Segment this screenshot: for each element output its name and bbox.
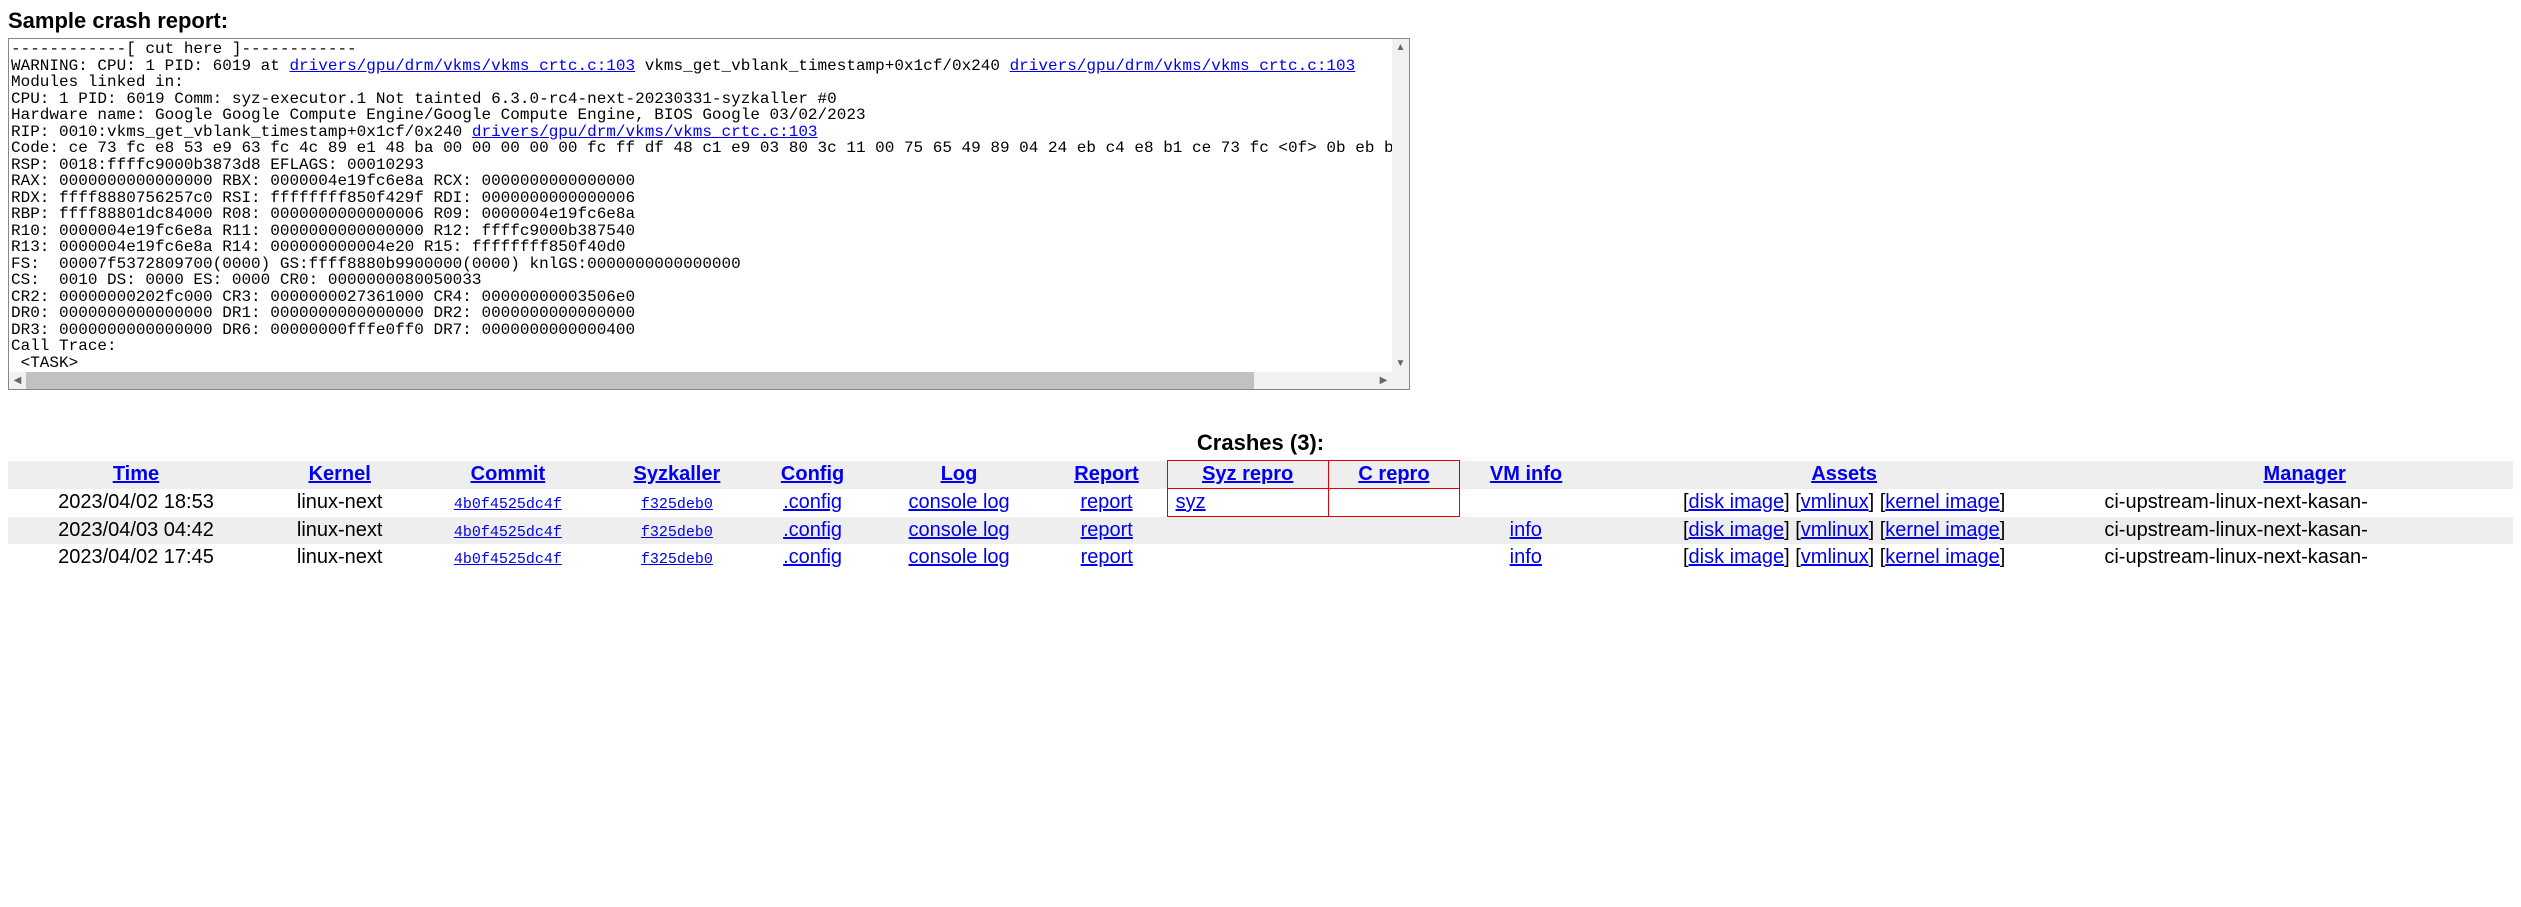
cell-time: 2023/04/02 17:45	[8, 544, 264, 571]
cell-config: .config	[753, 517, 871, 544]
col-time: Time	[8, 461, 264, 489]
vm-info-link[interactable]: info	[1510, 519, 1542, 541]
cell-assets: [disk image] [vmlinux] [kernel image]	[1592, 489, 2096, 517]
col-manager: Manager	[2096, 461, 2513, 489]
cell-syzkaller: f325deb0	[600, 544, 753, 571]
cell-c-repro	[1328, 544, 1459, 571]
asset-kernel-image-link[interactable]: kernel image	[1885, 546, 2000, 568]
cell-vm-info: info	[1460, 544, 1592, 571]
col-vm-info: VM info	[1460, 461, 1592, 489]
cell-syz-repro: syz	[1167, 489, 1328, 517]
log-link[interactable]: console log	[908, 519, 1009, 541]
asset-disk-image-link[interactable]: disk image	[1689, 491, 1785, 513]
report-link[interactable]: report	[1081, 519, 1133, 541]
asset-kernel-image-link[interactable]: kernel image	[1885, 519, 2000, 541]
crashes-header-row: Time Kernel Commit Syzkaller Config Log …	[8, 461, 2513, 489]
cell-syzkaller: f325deb0	[600, 489, 753, 517]
report-link[interactable]: report	[1081, 546, 1133, 568]
vscroll-track[interactable]	[1392, 56, 1409, 355]
crash-report-text: ------------[ cut here ]------------ WAR…	[9, 39, 1410, 373]
cell-commit: 4b0f4525dc4f	[415, 489, 600, 517]
cell-syzkaller: f325deb0	[600, 517, 753, 544]
commit-link[interactable]: 4b0f4525dc4f	[454, 551, 562, 568]
cell-vm-info	[1460, 489, 1592, 517]
col-kernel: Kernel	[264, 461, 415, 489]
log-link[interactable]: console log	[908, 546, 1009, 568]
cell-c-repro	[1328, 489, 1459, 517]
scroll-down-arrow-icon[interactable]: ▼	[1392, 355, 1409, 372]
syzkaller-link[interactable]: f325deb0	[641, 551, 713, 568]
syzkaller-link[interactable]: f325deb0	[641, 496, 713, 513]
cell-report: report	[1046, 544, 1167, 571]
crash-link-1[interactable]: drivers/gpu/drm/vkms/vkms_crtc.c:103	[289, 57, 635, 75]
cell-c-repro	[1328, 517, 1459, 544]
asset-disk-image-link[interactable]: disk image	[1689, 546, 1785, 568]
asset-vmlinux-link[interactable]: vmlinux	[1801, 491, 1869, 513]
report-link[interactable]: report	[1080, 491, 1132, 513]
horizontal-scrollbar[interactable]: ◀ ▶	[9, 372, 1392, 389]
crash-report-box: ------------[ cut here ]------------ WAR…	[8, 38, 1410, 390]
cell-assets: [disk image] [vmlinux] [kernel image]	[1592, 517, 2096, 544]
hscroll-thumb[interactable]	[26, 372, 1254, 389]
asset-kernel-image-link[interactable]: kernel image	[1885, 491, 2000, 513]
section-heading: Sample crash report:	[8, 8, 2513, 34]
cell-time: 2023/04/02 18:53	[8, 489, 264, 517]
cell-assets: [disk image] [vmlinux] [kernel image]	[1592, 544, 2096, 571]
table-row: 2023/04/02 17:45linux-next 4b0f4525dc4f f3…	[8, 544, 2513, 571]
commit-link[interactable]: 4b0f4525dc4f	[454, 524, 562, 541]
crashes-table: Time Kernel Commit Syzkaller Config Log …	[8, 460, 2513, 571]
commit-link[interactable]: 4b0f4525dc4f	[454, 496, 562, 513]
table-row: 2023/04/02 18:53linux-next 4b0f4525dc4f f3…	[8, 489, 2513, 517]
col-config: Config	[753, 461, 871, 489]
cell-syz-repro	[1167, 517, 1328, 544]
syzkaller-link[interactable]: f325deb0	[641, 524, 713, 541]
col-report: Report	[1046, 461, 1167, 489]
cell-report: report	[1046, 517, 1167, 544]
cell-manager: ci-upstream-linux-next-kasan-	[2096, 489, 2513, 517]
scroll-right-arrow-icon[interactable]: ▶	[1375, 372, 1392, 389]
col-syzkaller: Syzkaller	[600, 461, 753, 489]
cell-log: console log	[872, 489, 1047, 517]
cell-kernel: linux-next	[264, 517, 415, 544]
cell-time: 2023/04/03 04:42	[8, 517, 264, 544]
cell-commit: 4b0f4525dc4f	[415, 544, 600, 571]
crash-link-3[interactable]: drivers/gpu/drm/vkms/vkms_crtc.c:103	[472, 123, 818, 141]
col-assets: Assets	[1592, 461, 2096, 489]
cell-commit: 4b0f4525dc4f	[415, 517, 600, 544]
cell-manager: ci-upstream-linux-next-kasan-	[2096, 544, 2513, 571]
asset-vmlinux-link[interactable]: vmlinux	[1801, 546, 1869, 568]
asset-disk-image-link[interactable]: disk image	[1689, 519, 1785, 541]
scrollbar-corner	[1392, 372, 1409, 389]
config-link[interactable]: .config	[783, 491, 842, 513]
crash-link-2[interactable]: drivers/gpu/drm/vkms/vkms_crtc.c:103	[1010, 57, 1356, 75]
asset-vmlinux-link[interactable]: vmlinux	[1801, 519, 1869, 541]
scroll-left-arrow-icon[interactable]: ◀	[9, 372, 26, 389]
cell-syz-repro	[1167, 544, 1328, 571]
col-commit: Commit	[415, 461, 600, 489]
syz-repro-link[interactable]: syz	[1176, 491, 1206, 513]
table-row: 2023/04/03 04:42linux-next 4b0f4525dc4f f3…	[8, 517, 2513, 544]
scroll-up-arrow-icon[interactable]: ▲	[1392, 39, 1409, 56]
cell-config: .config	[753, 489, 871, 517]
hscroll-track[interactable]	[26, 372, 1375, 389]
cell-report: report	[1046, 489, 1167, 517]
cell-log: console log	[872, 544, 1047, 571]
cell-kernel: linux-next	[264, 489, 415, 517]
col-c-repro: C repro	[1328, 461, 1459, 489]
cell-manager: ci-upstream-linux-next-kasan-	[2096, 517, 2513, 544]
log-link[interactable]: console log	[908, 491, 1009, 513]
crashes-title: Crashes (3):	[8, 430, 2513, 456]
cell-vm-info: info	[1460, 517, 1592, 544]
cell-kernel: linux-next	[264, 544, 415, 571]
config-link[interactable]: .config	[783, 546, 842, 568]
col-syz-repro: Syz repro	[1167, 461, 1328, 489]
col-log: Log	[872, 461, 1047, 489]
config-link[interactable]: .config	[783, 519, 842, 541]
vertical-scrollbar[interactable]: ▲ ▼	[1392, 39, 1409, 372]
cell-log: console log	[872, 517, 1047, 544]
vm-info-link[interactable]: info	[1510, 546, 1542, 568]
cell-config: .config	[753, 544, 871, 571]
